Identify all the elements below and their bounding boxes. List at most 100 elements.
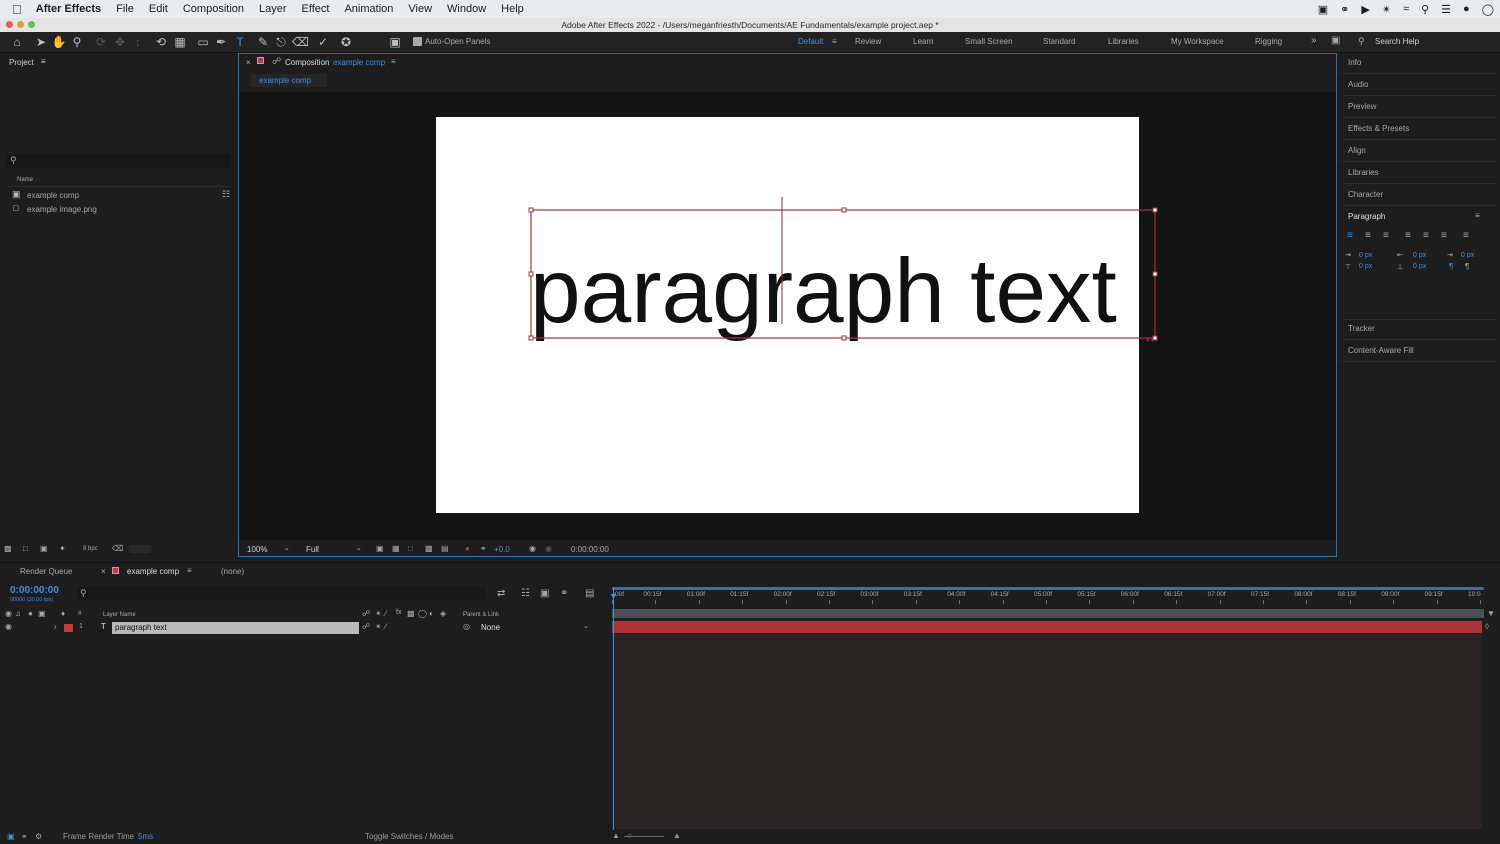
- menu-layer[interactable]: Layer: [259, 3, 287, 15]
- time-ruler[interactable]: 00f 00:15f 01:00f 01:15f 02:00f 02:15f 03:00f 0…: [612, 587, 1486, 607]
- panel-effects-presets[interactable]: Effects & Presets: [1348, 124, 1409, 133]
- channel-icon[interactable]: ●: [465, 544, 470, 553]
- frame-blending-icon[interactable]: ⚭: [560, 588, 568, 599]
- indent-first-line-field[interactable]: 0 px: [1461, 252, 1474, 259]
- panel-tracker[interactable]: Tracker: [1348, 324, 1375, 333]
- panel-character[interactable]: Character: [1348, 190, 1383, 199]
- quality-switch-icon[interactable]: ∕: [385, 622, 386, 631]
- apple-icon[interactable]: : [12, 2, 22, 17]
- interpret-footage-icon[interactable]: ▩: [4, 544, 12, 553]
- lock-icon[interactable]: ▣: [38, 609, 46, 618]
- menu-animation[interactable]: Animation: [344, 3, 393, 15]
- new-folder-icon[interactable]: □: [23, 544, 28, 553]
- workspace-menu-icon[interactable]: ≡: [832, 37, 837, 46]
- menu-edit[interactable]: Edit: [149, 3, 168, 15]
- align-center-icon[interactable]: ≡: [1365, 230, 1371, 241]
- bit-depth-label[interactable]: 8 bpc: [83, 546, 98, 552]
- column-parent-link[interactable]: Parent & Link: [463, 612, 499, 618]
- project-search-input[interactable]: ⚲: [6, 154, 231, 168]
- bbox-handle[interactable]: [528, 271, 534, 277]
- bbox-handle[interactable]: [841, 207, 847, 213]
- comp-end-marker-icon[interactable]: ▼: [1487, 609, 1497, 621]
- current-timecode[interactable]: 0:00:00:00: [10, 585, 59, 596]
- selection-tool-icon[interactable]: ➤: [33, 34, 49, 50]
- menu-app-name[interactable]: After Effects: [36, 3, 101, 15]
- 3d-layer-switch-icon[interactable]: ◈: [440, 609, 446, 618]
- indent-right-field[interactable]: 0 px: [1413, 252, 1426, 259]
- column-layer-name[interactable]: Layer Name: [103, 612, 136, 618]
- zoom-in-icon[interactable]: ▲: [673, 831, 681, 840]
- tab-render-queue[interactable]: Render Queue: [20, 567, 72, 576]
- menu-file[interactable]: File: [116, 3, 134, 15]
- panel-paragraph-title[interactable]: Paragraph: [1348, 212, 1385, 221]
- layer-row[interactable]: ◉ › 1 T paragraph text ☍ ✴ ∕ ◎ None ⌄: [0, 622, 606, 634]
- collapse-switch-icon[interactable]: ✴: [375, 622, 382, 631]
- chevron-down-icon[interactable]: ⌄: [583, 622, 589, 630]
- composition-viewer[interactable]: paragraph text ↔: [239, 92, 1336, 540]
- bluetooth-icon[interactable]: ✴: [1382, 3, 1391, 16]
- chevron-down-icon[interactable]: ⌄: [356, 544, 362, 552]
- workspace-learn[interactable]: Learn: [913, 37, 933, 46]
- justify-all-icon[interactable]: ≡: [1463, 230, 1469, 241]
- composition-tab-label[interactable]: Composition: [285, 58, 329, 67]
- composition-tab-name[interactable]: example comp: [333, 58, 385, 67]
- zoom-window-icon[interactable]: [28, 21, 35, 28]
- layer-search-input[interactable]: ⚲: [77, 587, 485, 600]
- flowchart-icon[interactable]: ☷: [222, 189, 230, 200]
- spotlight-search-icon[interactable]: ⚲: [1421, 3, 1429, 16]
- panel-menu-icon[interactable]: ≡: [41, 57, 46, 66]
- minimize-window-icon[interactable]: [17, 21, 24, 28]
- left-to-right-text-icon[interactable]: ¶: [1449, 262, 1453, 271]
- eraser-tool-icon[interactable]: ⌫: [292, 34, 309, 50]
- zoom-slider-handle-icon[interactable]: ○: [627, 831, 632, 840]
- solo-icon[interactable]: ●: [28, 609, 33, 618]
- menu-help[interactable]: Help: [501, 3, 524, 15]
- comp-lock-icon[interactable]: [257, 57, 264, 64]
- clone-stamp-tool-icon[interactable]: ⎋: [273, 34, 289, 50]
- panel-menu-icon[interactable]: ≡: [1475, 211, 1480, 220]
- hand-tool-icon[interactable]: ✋: [51, 34, 67, 50]
- close-tab-icon[interactable]: ×: [101, 567, 106, 576]
- canvas-paragraph-text[interactable]: paragraph text: [530, 241, 1117, 342]
- motion-blur-switch-icon[interactable]: ◯: [418, 609, 427, 618]
- bbox-handle[interactable]: [841, 335, 847, 341]
- color-management-icon[interactable]: ⚭: [480, 544, 487, 553]
- control-center-icon[interactable]: ☰: [1441, 3, 1451, 16]
- pen-tool-icon[interactable]: ✒: [213, 34, 229, 50]
- panel-preview[interactable]: Preview: [1348, 102, 1376, 111]
- in-out-panes-icon[interactable]: ⚙: [35, 832, 42, 841]
- search-help-field[interactable]: Search Help: [1375, 37, 1419, 46]
- menu-view[interactable]: View: [408, 3, 432, 15]
- comp-viewer-lock-icon[interactable]: ☍: [272, 56, 281, 67]
- dolly-camera-icon[interactable]: ↕: [130, 34, 146, 50]
- playhead-handle-icon[interactable]: ▼: [609, 592, 618, 601]
- comp-button-icon[interactable]: ◊: [1485, 622, 1497, 634]
- right-to-left-text-icon[interactable]: ¶: [1465, 262, 1469, 271]
- project-item[interactable]: ▣ example comp ☷: [12, 189, 234, 202]
- creative-cloud-icon[interactable]: ⚭: [1340, 3, 1349, 16]
- chevron-down-icon[interactable]: ⌄: [284, 544, 290, 552]
- home-icon[interactable]: ⌂: [9, 34, 25, 50]
- fast-previews-icon[interactable]: ▣: [376, 544, 384, 553]
- project-panel-title[interactable]: Project: [9, 58, 34, 67]
- mask-visibility-icon[interactable]: □: [408, 544, 413, 553]
- chevron-right-icon[interactable]: ›: [54, 622, 57, 631]
- roto-brush-tool-icon[interactable]: ✓: [315, 34, 331, 50]
- transfer-controls-icon[interactable]: ⚭: [21, 832, 28, 841]
- shy-switch-icon[interactable]: ☍: [362, 609, 370, 618]
- guides-icon[interactable]: ▤: [441, 544, 449, 553]
- puppet-tool-icon[interactable]: ✪: [338, 34, 354, 50]
- eye-visibility-icon[interactable]: ◉: [5, 609, 12, 618]
- more-workspaces-icon[interactable]: »: [1311, 35, 1317, 46]
- panel-align[interactable]: Align: [1348, 146, 1366, 155]
- tab-none[interactable]: (none): [221, 567, 244, 576]
- align-left-icon[interactable]: ≡: [1347, 230, 1353, 241]
- layer-switches-icon[interactable]: ▣: [7, 832, 15, 841]
- close-tab-icon[interactable]: ×: [246, 58, 251, 67]
- workspace-panel-icon[interactable]: ▣: [1331, 35, 1340, 46]
- hide-shy-layers-icon[interactable]: ▣: [540, 588, 549, 599]
- orbit-camera-icon[interactable]: ⟳: [93, 34, 109, 50]
- bbox-handle[interactable]: [1152, 271, 1158, 277]
- composition-mini-flowchart-icon[interactable]: ⇄: [497, 588, 505, 599]
- layer-duration-bar[interactable]: [612, 621, 1482, 633]
